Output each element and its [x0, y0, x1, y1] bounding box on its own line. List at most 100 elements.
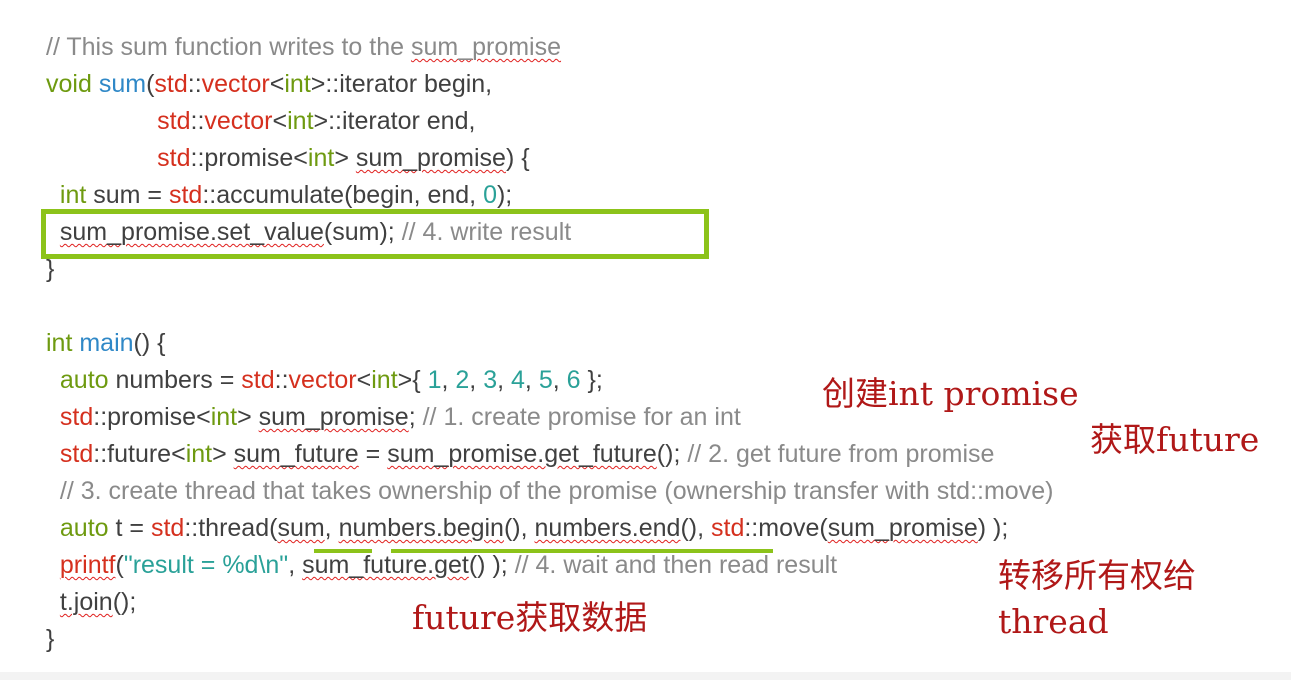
code-token: "result = %d\n" [123, 551, 289, 579]
code-token: , [524, 366, 539, 394]
code-line: std::promise<int> sum_promise) { [46, 140, 530, 177]
code-token: , [288, 551, 303, 579]
code-token: ::move( [744, 514, 828, 542]
code-token: > [237, 403, 259, 431]
code-token: numbers.begin [338, 514, 504, 542]
code-token: sum_future [233, 440, 359, 468]
code-token: , [497, 366, 511, 394]
code-token: 1 [427, 366, 442, 394]
code-token: vector [204, 107, 273, 135]
code-token: (), [680, 514, 711, 542]
code-line: t.join(); [46, 584, 136, 621]
code-token: int [46, 329, 73, 357]
code-token: vector [201, 70, 270, 98]
code-token: ::future< [93, 440, 186, 468]
code-token: (); [112, 588, 137, 616]
code-token: // 3. create thread that takes ownership… [59, 477, 1054, 505]
code-token: 6 [566, 366, 581, 394]
code-token: }; [580, 366, 603, 394]
code-token: printf [59, 551, 116, 579]
code-token: t.join [59, 588, 113, 616]
annotation-create-promise: 创建int promise [822, 374, 1079, 413]
code-token: () { [133, 329, 166, 357]
code-token: ) { [505, 144, 530, 172]
code-token: :: [187, 70, 202, 98]
code-token: sum [277, 514, 325, 542]
code-token: std [59, 440, 94, 468]
code-token: std [241, 366, 275, 394]
code-token: sum = [86, 181, 169, 209]
code-token: ::thread( [184, 514, 278, 542]
code-token: 5 [538, 366, 553, 394]
code-token: std [59, 403, 94, 431]
annotation-get-future: 获取future [1090, 420, 1260, 459]
code-token: std [150, 514, 185, 542]
code-token: > [334, 144, 356, 172]
code-token: < [356, 366, 372, 394]
code-token: 0 [483, 181, 497, 209]
code-token: ::promise< [190, 144, 308, 172]
code-token: // 2. get future from promise [687, 440, 995, 468]
code-token: 3 [483, 366, 498, 394]
code-token: int [59, 181, 87, 209]
code-line: std::vector<int>::iterator end, [46, 103, 475, 140]
code-token: ; [408, 403, 423, 431]
code-token: std [711, 514, 745, 542]
code-token: sum_future.get [302, 551, 469, 579]
code-token: :: [274, 366, 289, 394]
sum-arg-underline [314, 549, 372, 553]
code-token: sum_promise [355, 144, 506, 172]
code-token: < [272, 107, 288, 135]
code-token: (); [656, 440, 688, 468]
code-token: int [185, 440, 213, 468]
code-token: t = [108, 514, 151, 542]
code-token: int [307, 144, 335, 172]
code-token: ( [115, 551, 124, 579]
bottom-band [0, 672, 1291, 680]
code-token: sum_promise [827, 514, 978, 542]
code-token: // 1. create promise for an int [422, 403, 741, 431]
code-token: >::iterator begin, [310, 70, 493, 98]
code-token: sum [98, 70, 147, 98]
code-token: auto [59, 514, 109, 542]
code-token: (), [503, 514, 535, 542]
code-token: >{ [397, 366, 428, 394]
code-token: sum_promise.get_future [387, 440, 657, 468]
code-token: std [154, 70, 188, 98]
code-token: } [46, 255, 55, 283]
code-token: >::iterator end, [313, 107, 476, 135]
code-token: int [210, 403, 238, 431]
annotation-future-get-data: future获取数据 [412, 598, 648, 637]
code-line: } [46, 621, 54, 658]
code-token: std [168, 181, 203, 209]
code-token: std [157, 144, 191, 172]
code-token: , [324, 514, 339, 542]
code-token: // This sum function writes to the [46, 33, 411, 61]
code-line: int main() { [46, 325, 166, 362]
code-token: ::promise< [93, 403, 211, 431]
code-token: ); [496, 181, 513, 209]
code-token: } [46, 625, 55, 653]
code-token: sum_promise [410, 33, 562, 61]
code-line: std::promise<int> sum_promise; // 1. cre… [46, 399, 741, 436]
begin-end-underline [391, 549, 773, 553]
set-value-highlight-box [41, 209, 709, 259]
code-token: // 4. wait and then read result [514, 551, 838, 579]
code-line: // 3. create thread that takes ownership… [46, 473, 1054, 510]
code-token: ::accumulate(begin, end, [202, 181, 484, 209]
annotation-thread: thread [998, 602, 1109, 641]
code-token: 2 [455, 366, 470, 394]
code-line: // This sum function writes to the sum_p… [46, 29, 561, 66]
code-token: numbers = [108, 366, 242, 394]
code-token: void [46, 70, 92, 98]
code-line: void sum(std::vector<int>::iterator begi… [46, 66, 492, 103]
code-token: 4 [511, 366, 525, 394]
